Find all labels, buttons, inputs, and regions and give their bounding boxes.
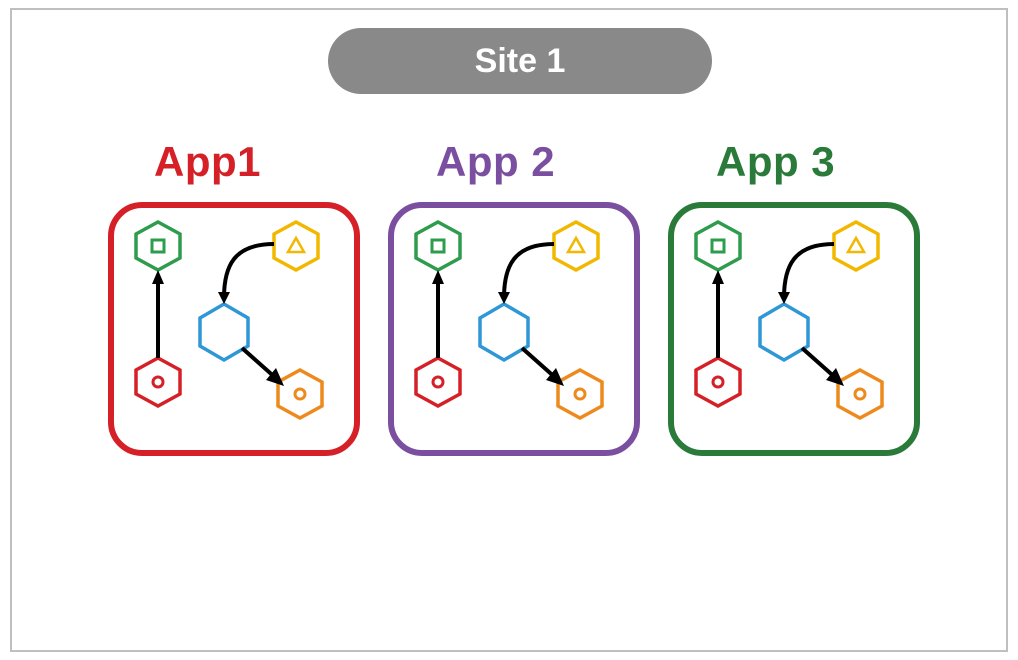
diagram-frame: Site 1 App1 App 2 App 3 [10, 8, 1008, 652]
blue-hexagon-icon [200, 304, 248, 360]
app2-label: App 2 [436, 138, 555, 186]
app3-card [668, 202, 920, 456]
orange-hexagon-icon [278, 370, 322, 418]
red-hexagon-icon [416, 358, 460, 406]
app1-schematic [114, 208, 354, 450]
green-hexagon-icon [696, 222, 740, 270]
app1-card [108, 202, 360, 456]
arrow-yellow-to-blue-icon [784, 244, 834, 298]
orange-hexagon-icon [838, 370, 882, 418]
app1-label: App1 [154, 138, 261, 186]
red-hexagon-icon [136, 358, 180, 406]
green-hexagon-icon [136, 222, 180, 270]
app2-card [388, 202, 640, 456]
yellow-hexagon-icon [274, 222, 318, 270]
orange-hexagon-icon [558, 370, 602, 418]
site-title-pill: Site 1 [328, 28, 712, 94]
yellow-hexagon-icon [834, 222, 878, 270]
yellow-hexagon-icon [554, 222, 598, 270]
app3-schematic [674, 208, 914, 450]
blue-hexagon-icon [760, 304, 808, 360]
green-hexagon-icon [416, 222, 460, 270]
arrow-yellow-to-blue-icon [504, 244, 554, 298]
arrow-yellow-to-blue-icon [224, 244, 274, 298]
app2-schematic [394, 208, 634, 450]
red-hexagon-icon [696, 358, 740, 406]
app3-label: App 3 [716, 138, 835, 186]
site-title: Site 1 [475, 42, 566, 81]
blue-hexagon-icon [480, 304, 528, 360]
